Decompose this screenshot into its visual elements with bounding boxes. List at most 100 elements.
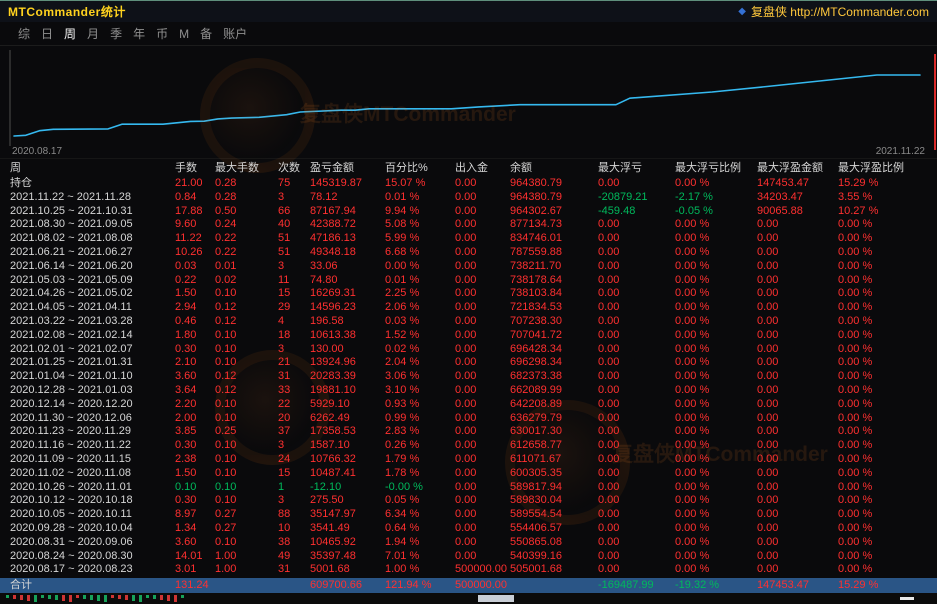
value-cell: 0.00 bbox=[455, 205, 510, 219]
value-cell: 0.00 % bbox=[838, 550, 937, 564]
value-cell: 10487.41 bbox=[310, 467, 385, 481]
background-candle-tick bbox=[27, 595, 30, 601]
value-cell: 0.00 % bbox=[675, 177, 757, 191]
table-row[interactable]: 持仓21.000.2875145319.8715.07 %0.00964380.… bbox=[0, 177, 937, 191]
background-candle-tick bbox=[125, 595, 128, 600]
value-cell: 0.00 bbox=[598, 356, 675, 370]
value-cell: 0.00 % bbox=[838, 301, 937, 315]
value-cell: 20283.39 bbox=[310, 370, 385, 384]
table-row[interactable]: 2021.08.30 ~ 2021.09.059.600.244042388.7… bbox=[0, 218, 937, 232]
value-cell: 0.00 bbox=[455, 425, 510, 439]
background-candle-tick bbox=[41, 595, 44, 598]
value-cell: 738103.84 bbox=[510, 287, 598, 301]
value-cell: 7.01 % bbox=[385, 550, 455, 564]
table-row[interactable]: 2021.03.22 ~ 2021.03.280.460.124196.580.… bbox=[0, 315, 937, 329]
value-cell: 0.00 % bbox=[838, 232, 937, 246]
menu-item-3[interactable]: 月 bbox=[87, 25, 99, 42]
value-cell: 3 bbox=[278, 494, 310, 508]
value-cell: 0.00 bbox=[598, 329, 675, 343]
menu-item-4[interactable]: 季 bbox=[110, 25, 122, 42]
value-cell: 0.00 % bbox=[675, 494, 757, 508]
value-cell: 0.00 % bbox=[675, 481, 757, 495]
value-cell: 0.99 % bbox=[385, 412, 455, 426]
value-cell: 0.00 bbox=[455, 508, 510, 522]
value-cell: 0.00 bbox=[455, 177, 510, 191]
value-cell: 0.30 bbox=[175, 494, 215, 508]
table-row[interactable]: 2020.11.02 ~ 2020.11.081.500.101510487.4… bbox=[0, 467, 937, 481]
table-row[interactable]: 2020.10.05 ~ 2020.10.118.970.278835147.9… bbox=[0, 508, 937, 522]
value-cell: 3 bbox=[278, 260, 310, 274]
menu-item-5[interactable]: 年 bbox=[133, 25, 145, 42]
value-cell: 0.00 % bbox=[675, 550, 757, 564]
value-cell: 8.97 bbox=[175, 508, 215, 522]
table-row[interactable]: 2020.08.31 ~ 2020.09.063.600.103810465.9… bbox=[0, 536, 937, 550]
menu-item-8[interactable]: 备 bbox=[200, 25, 212, 42]
table-row[interactable]: 2021.04.26 ~ 2021.05.021.500.101516269.3… bbox=[0, 287, 937, 301]
value-cell: 609700.66 bbox=[310, 578, 385, 593]
table-row[interactable]: 2021.04.05 ~ 2021.04.112.940.122914596.2… bbox=[0, 301, 937, 315]
table-row[interactable]: 2021.06.14 ~ 2021.06.200.030.01333.060.0… bbox=[0, 260, 937, 274]
menu-item-1[interactable]: 日 bbox=[41, 25, 53, 42]
table-row[interactable]: 2021.06.21 ~ 2021.06.2710.260.225149348.… bbox=[0, 246, 937, 260]
value-cell: 1.78 % bbox=[385, 467, 455, 481]
value-cell: 22 bbox=[278, 398, 310, 412]
table-total-row[interactable]: 合计131.24609700.66121.94 %500000.00-16948… bbox=[0, 578, 937, 593]
menu-item-0[interactable]: 综 bbox=[18, 25, 30, 42]
value-cell: 0.00 bbox=[598, 522, 675, 536]
period-cell: 2021.08.02 ~ 2021.08.08 bbox=[10, 232, 175, 246]
value-cell: 0.00 % bbox=[838, 356, 937, 370]
value-cell: 0.00 % bbox=[675, 343, 757, 357]
period-cell: 2020.11.23 ~ 2020.11.29 bbox=[10, 425, 175, 439]
value-cell: 0.00 bbox=[598, 439, 675, 453]
value-cell: 0.12 bbox=[215, 301, 278, 315]
period-cell: 2021.01.04 ~ 2021.01.10 bbox=[10, 370, 175, 384]
column-header: 出入金 bbox=[455, 159, 510, 177]
table-row[interactable]: 2021.11.22 ~ 2021.11.280.840.28378.120.0… bbox=[0, 191, 937, 205]
table-row[interactable]: 2021.01.04 ~ 2021.01.103.600.123120283.3… bbox=[0, 370, 937, 384]
table-row[interactable]: 2020.08.17 ~ 2020.08.233.011.00315001.68… bbox=[0, 563, 937, 577]
value-cell: 0.00 % bbox=[838, 384, 937, 398]
value-cell: 0.00 % bbox=[838, 536, 937, 550]
value-cell: 14596.23 bbox=[310, 301, 385, 315]
table-row[interactable]: 2020.12.14 ~ 2020.12.202.200.10225929.10… bbox=[0, 398, 937, 412]
menu-item-2[interactable]: 周 bbox=[64, 25, 76, 42]
value-cell: 0.00 bbox=[598, 494, 675, 508]
value-cell: 47186.13 bbox=[310, 232, 385, 246]
value-cell: 2.83 % bbox=[385, 425, 455, 439]
value-cell: 0.00 % bbox=[838, 508, 937, 522]
menu-item-6[interactable]: 币 bbox=[156, 25, 168, 42]
background-candle-tick bbox=[174, 595, 177, 602]
value-cell: 0.50 bbox=[215, 205, 278, 219]
table-row[interactable]: 2021.02.01 ~ 2021.02.070.300.103130.000.… bbox=[0, 343, 937, 357]
table-row[interactable]: 2020.11.30 ~ 2020.12.062.000.10206262.49… bbox=[0, 412, 937, 426]
table-row[interactable]: 2020.12.28 ~ 2021.01.033.640.123319881.1… bbox=[0, 384, 937, 398]
value-cell: 0.00 bbox=[757, 232, 838, 246]
table-row[interactable]: 2021.10.25 ~ 2021.10.3117.880.506687167.… bbox=[0, 205, 937, 219]
table-row[interactable]: 2020.11.23 ~ 2020.11.293.850.253717358.5… bbox=[0, 425, 937, 439]
table-row[interactable]: 2021.05.03 ~ 2021.05.090.220.021174.800.… bbox=[0, 274, 937, 288]
value-cell: 40 bbox=[278, 218, 310, 232]
value-cell: 0.02 bbox=[215, 274, 278, 288]
table-row[interactable]: 2020.08.24 ~ 2020.08.3014.011.004935397.… bbox=[0, 550, 937, 564]
table-row[interactable]: 2020.11.16 ~ 2020.11.220.300.1031587.100… bbox=[0, 439, 937, 453]
background-candle-tick bbox=[111, 595, 114, 598]
table-row[interactable]: 2021.01.25 ~ 2021.01.312.100.102113924.9… bbox=[0, 356, 937, 370]
value-cell: 49348.18 bbox=[310, 246, 385, 260]
window-title: MTCommander统计 bbox=[8, 3, 126, 20]
value-cell: -169487.99 bbox=[598, 578, 675, 593]
value-cell: 0.00 bbox=[455, 439, 510, 453]
background-candle-tick bbox=[62, 595, 65, 601]
table-row[interactable]: 2020.11.09 ~ 2020.11.152.380.102410766.3… bbox=[0, 453, 937, 467]
menu-item-9[interactable]: 账户 bbox=[223, 25, 247, 42]
value-cell: 0.00 % bbox=[675, 522, 757, 536]
table-row[interactable]: 2021.08.02 ~ 2021.08.0811.220.225147186.… bbox=[0, 232, 937, 246]
value-cell: 37 bbox=[278, 425, 310, 439]
period-cell: 2021.06.14 ~ 2021.06.20 bbox=[10, 260, 175, 274]
table-row[interactable]: 2020.10.26 ~ 2020.11.010.100.101-12.10-0… bbox=[0, 481, 937, 495]
table-row[interactable]: 2021.02.08 ~ 2021.02.141.800.101810613.3… bbox=[0, 329, 937, 343]
value-cell: 0.93 % bbox=[385, 398, 455, 412]
table-row[interactable]: 2020.10.12 ~ 2020.10.180.300.103275.500.… bbox=[0, 494, 937, 508]
website-link[interactable]: 复盘侠 http://MTCommander.com bbox=[751, 3, 929, 20]
menu-item-7[interactable]: M bbox=[179, 27, 189, 41]
table-row[interactable]: 2020.09.28 ~ 2020.10.041.340.27103541.49… bbox=[0, 522, 937, 536]
